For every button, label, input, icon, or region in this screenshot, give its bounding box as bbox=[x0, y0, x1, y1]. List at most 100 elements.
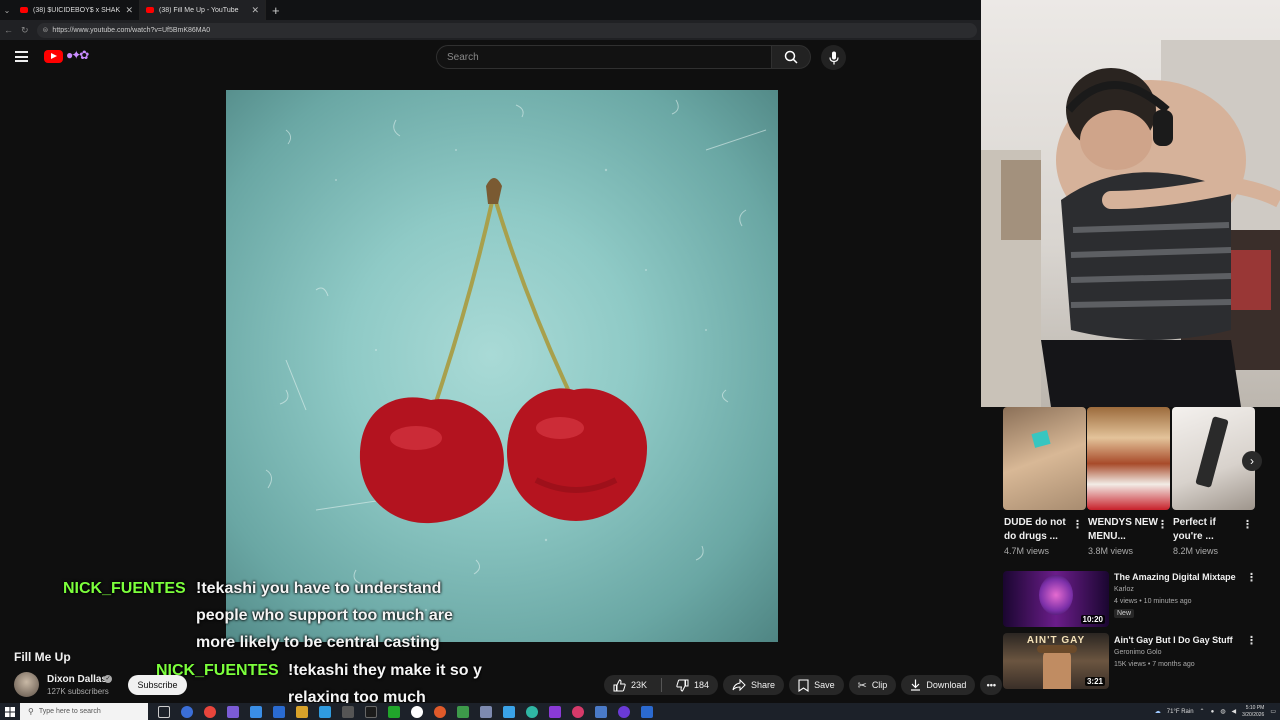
app-icon[interactable] bbox=[181, 705, 193, 718]
app-icon[interactable] bbox=[296, 705, 308, 718]
app-icon[interactable] bbox=[250, 705, 262, 718]
close-tab-icon[interactable]: ✕ bbox=[251, 5, 259, 16]
chat-line: more likely to be central casting bbox=[196, 634, 440, 651]
voice-search-button[interactable] bbox=[821, 45, 846, 70]
app-icon[interactable] bbox=[273, 705, 285, 718]
chat-message-text: !tekashi they make it so y relaxing too … bbox=[288, 657, 482, 703]
new-tab-button[interactable]: + bbox=[266, 3, 286, 18]
short-title[interactable]: DUDE do not do drugs ... bbox=[1004, 516, 1074, 544]
start-button[interactable] bbox=[0, 706, 20, 717]
channel-avatar[interactable] bbox=[14, 672, 39, 697]
short-more-icon[interactable]: ⋮ bbox=[1242, 518, 1253, 531]
save-button[interactable]: Save bbox=[789, 675, 844, 695]
short-more-icon[interactable]: ⋮ bbox=[1072, 518, 1083, 531]
app-icon[interactable] bbox=[549, 705, 561, 718]
youtube-logo[interactable] bbox=[44, 50, 63, 63]
save-label: Save bbox=[814, 680, 835, 690]
more-actions-button[interactable]: ••• bbox=[980, 675, 1003, 695]
time-text: 5:10 PM bbox=[1245, 704, 1265, 711]
address-bar-row: ← ↻ ⊜ https://www.youtube.com/watch?v=Uf… bbox=[0, 20, 981, 40]
network-icon[interactable]: ◍ bbox=[1220, 708, 1225, 715]
app-icon[interactable] bbox=[342, 705, 354, 718]
app-icon[interactable] bbox=[227, 705, 239, 718]
short-more-icon[interactable]: ⋮ bbox=[1157, 518, 1168, 531]
app-icon[interactable] bbox=[457, 705, 469, 718]
short-title[interactable]: Perfect if you're ... bbox=[1173, 516, 1243, 544]
chat-username: NICK_FUENTES bbox=[63, 580, 186, 597]
menu-icon[interactable] bbox=[15, 51, 28, 62]
date-text: 3/20/2026 bbox=[1242, 711, 1265, 718]
clip-button[interactable]: ✂ Clip bbox=[848, 675, 897, 695]
app-icon[interactable] bbox=[434, 705, 446, 718]
short-views: 4.7M views bbox=[1004, 546, 1050, 556]
rec-title[interactable]: Ain't Gay But I Do Gay Stuff bbox=[1114, 635, 1233, 645]
tab-list-icon[interactable]: ⌄ bbox=[0, 0, 14, 20]
app-icon[interactable] bbox=[595, 705, 607, 718]
rec-channel[interactable]: Karloz bbox=[1114, 584, 1134, 596]
reload-icon[interactable]: ↻ bbox=[21, 25, 29, 36]
tray-chevron-icon[interactable]: ⌃ bbox=[1200, 708, 1205, 715]
youtube-favicon-icon bbox=[20, 7, 28, 13]
like-dislike-group: 23K 184 bbox=[604, 675, 719, 695]
app-icon[interactable] bbox=[319, 705, 331, 718]
back-icon[interactable]: ← bbox=[4, 25, 13, 35]
video-title: Fill Me Up bbox=[14, 650, 71, 664]
taskbar-apps bbox=[158, 705, 653, 718]
new-badge: New bbox=[1114, 609, 1135, 618]
video-actions: 23K 184 Share Save ✂ Clip Download ••• bbox=[604, 675, 1003, 695]
share-button[interactable]: Share bbox=[723, 675, 785, 695]
download-button[interactable]: Download bbox=[901, 675, 976, 695]
search-input[interactable]: Search bbox=[436, 45, 771, 69]
app-icon[interactable] bbox=[411, 705, 423, 718]
short-thumbnail-1[interactable] bbox=[1003, 407, 1086, 510]
close-tab-icon[interactable]: ✕ bbox=[125, 5, 133, 16]
url-field[interactable]: ⊜ https://www.youtube.com/watch?v=Uf5BmK… bbox=[36, 22, 977, 38]
weather-icon[interactable]: ☁ bbox=[1155, 708, 1161, 715]
app-icon[interactable] bbox=[365, 705, 377, 718]
browser-app-icon[interactable] bbox=[204, 705, 216, 718]
tab-title: (38) Fill Me Up - YouTube bbox=[159, 6, 239, 14]
taskbar-search-placeholder: Type here to search bbox=[38, 708, 101, 715]
short-title[interactable]: WENDYS NEW MENU... bbox=[1088, 516, 1158, 544]
app-icon[interactable] bbox=[388, 705, 400, 718]
channel-name[interactable]: Dixon Dallas bbox=[47, 674, 107, 685]
site-info-icon[interactable]: ⊜ bbox=[43, 26, 49, 34]
notifications-icon[interactable]: ▭ bbox=[1270, 708, 1276, 715]
rec-more-icon[interactable]: ⋮ bbox=[1246, 634, 1257, 647]
rec-thumbnail-2[interactable]: AIN'T GAY 3:21 bbox=[1003, 633, 1109, 689]
bookmark-icon bbox=[798, 678, 809, 692]
taskbar: ⚲ Type here to search ☁ 71°F Rain ⌃ ● ◍ … bbox=[0, 703, 1280, 720]
like-count: 23K bbox=[631, 680, 648, 690]
microphone-icon[interactable]: ● bbox=[1211, 709, 1215, 715]
next-shorts-button[interactable]: › bbox=[1242, 451, 1262, 471]
app-icon[interactable] bbox=[480, 705, 492, 718]
rec-channel[interactable]: Geronimo Golo bbox=[1114, 647, 1161, 659]
clock[interactable]: 5:10 PM 3/20/2026 bbox=[1242, 705, 1264, 719]
app-icon[interactable] bbox=[618, 705, 630, 718]
app-icon[interactable] bbox=[503, 705, 515, 718]
rec-title[interactable]: The Amazing Digital Mixtape bbox=[1114, 572, 1236, 582]
app-icon[interactable] bbox=[526, 705, 538, 718]
rec-thumbnail-1[interactable]: 10:20 bbox=[1003, 571, 1109, 627]
search-button[interactable] bbox=[771, 45, 811, 69]
logo-doodle-icon: ●✦✿ bbox=[66, 48, 89, 62]
video-player[interactable] bbox=[226, 90, 778, 642]
like-button[interactable]: 23K bbox=[604, 678, 656, 692]
dislike-button[interactable]: 184 bbox=[667, 679, 718, 692]
subscribe-button[interactable]: Subscribe bbox=[128, 675, 187, 695]
clip-label: Clip bbox=[871, 680, 888, 690]
rec-thumb-art bbox=[1039, 575, 1073, 615]
dislike-count: 184 bbox=[694, 680, 710, 690]
app-icon[interactable] bbox=[572, 705, 584, 718]
task-view-icon[interactable] bbox=[158, 705, 170, 718]
app-icon[interactable] bbox=[641, 705, 653, 718]
chat-line: relaxing too much bbox=[288, 689, 426, 703]
browser-tab-2[interactable]: (38) Fill Me Up - YouTube ✕ bbox=[140, 0, 266, 20]
volume-icon[interactable]: ◀ bbox=[1231, 708, 1236, 715]
rec-more-icon[interactable]: ⋮ bbox=[1246, 571, 1257, 584]
microphone-icon bbox=[828, 51, 839, 64]
taskbar-search[interactable]: ⚲ Type here to search bbox=[20, 703, 148, 720]
browser-tab-1[interactable]: (38) $UICIDEBOY$ x SHAKEWELL ✕ bbox=[14, 0, 140, 20]
short-thumbnail-2[interactable] bbox=[1087, 407, 1170, 510]
weather-text[interactable]: 71°F Rain bbox=[1167, 709, 1194, 715]
